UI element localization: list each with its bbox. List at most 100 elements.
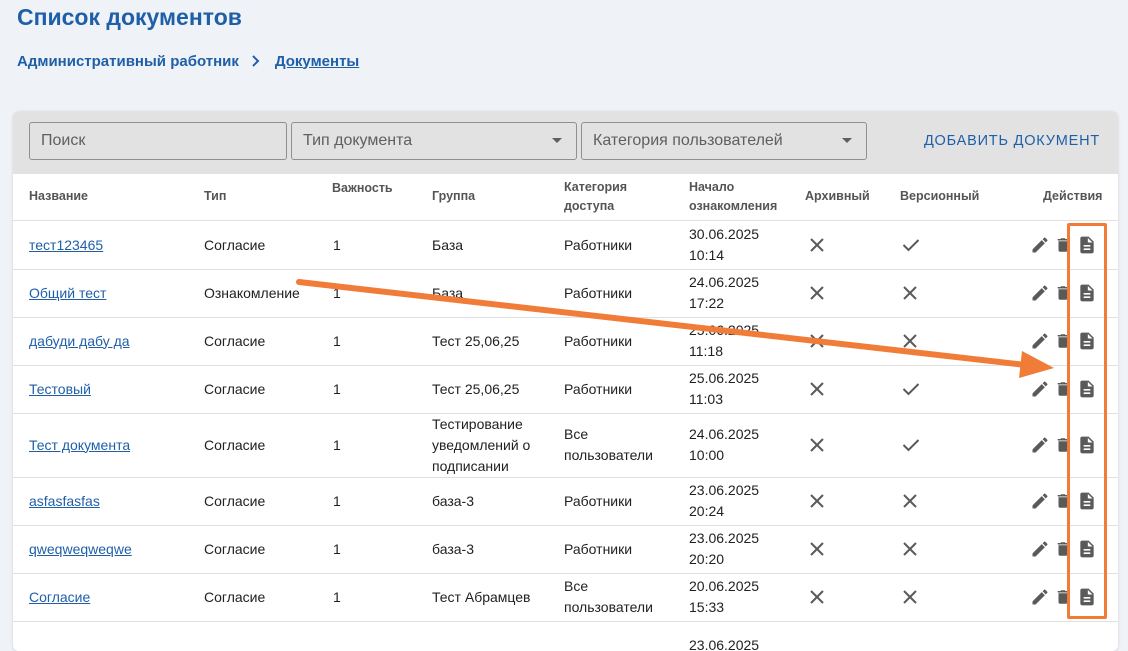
breadcrumb-item-documents[interactable]: Документы — [271, 53, 359, 70]
delete-icon[interactable] — [1054, 435, 1072, 455]
breadcrumb-item-admin[interactable]: Административный работник — [17, 53, 239, 70]
document-icon[interactable] — [1077, 330, 1097, 352]
document-icon[interactable] — [1077, 490, 1097, 512]
search-input[interactable]: Поиск — [29, 122, 287, 160]
access-text: Работники — [564, 539, 632, 560]
start-time: 20:20 — [689, 551, 724, 567]
edit-icon[interactable] — [1030, 435, 1050, 455]
document-icon[interactable] — [1077, 586, 1097, 608]
cell-group: База — [432, 269, 552, 317]
header-archived[interactable]: Архивный — [805, 187, 870, 206]
edit-icon[interactable] — [1030, 491, 1050, 511]
header-name[interactable]: Название — [29, 187, 88, 206]
close-icon — [809, 365, 825, 413]
access-text: Всепользователи — [564, 424, 653, 466]
document-link[interactable]: Тест документа — [29, 435, 130, 456]
delete-icon[interactable] — [1054, 587, 1072, 607]
delete-icon[interactable] — [1054, 539, 1072, 559]
start-date: 23.06.2025 — [689, 482, 759, 498]
start-time: 20:24 — [689, 503, 724, 519]
delete-icon[interactable] — [1054, 491, 1072, 511]
document-icon[interactable] — [1077, 378, 1097, 400]
start-time: 10:00 — [689, 447, 724, 463]
cell-start-date: 30.06.202510:14 — [689, 221, 759, 269]
start-date-text: 23.06.202520:20 — [689, 528, 759, 570]
add-document-button[interactable]: ДОБАВИТЬ ДОКУМЕНТ — [924, 133, 1100, 149]
header-group[interactable]: Группа — [432, 187, 475, 206]
table-header: Название Тип Важность Группа Категория д… — [13, 174, 1118, 221]
cell-access-category: Работники — [564, 477, 674, 525]
header-access-category[interactable]: Категория доступа — [564, 178, 627, 216]
document-icon[interactable] — [1077, 434, 1097, 456]
table-row: тест123465Согласие1БазаРаботники30.06.20… — [13, 221, 1118, 270]
cell-importance: 1 — [333, 413, 341, 477]
document-link[interactable]: Тестовый — [29, 379, 91, 400]
group-text: База — [432, 235, 463, 256]
edit-icon[interactable] — [1030, 283, 1050, 303]
delete-icon[interactable] — [1054, 235, 1072, 255]
group-line: База — [432, 237, 463, 253]
edit-icon[interactable] — [1030, 587, 1050, 607]
access-line: пользователи — [564, 599, 653, 615]
group-line: База — [432, 285, 463, 301]
document-link[interactable]: Согласие — [29, 587, 90, 608]
access-text: Работники — [564, 235, 632, 256]
caret-down-icon — [552, 138, 562, 143]
document-link[interactable]: asfasfasfas — [29, 491, 100, 512]
edit-icon[interactable] — [1030, 331, 1050, 351]
edit-icon[interactable] — [1030, 235, 1050, 255]
document-icon[interactable] — [1077, 282, 1097, 304]
access-line: Работники — [564, 333, 632, 349]
start-date: 25.06.2025 — [689, 370, 759, 386]
document-link[interactable]: дабуди дабу да — [29, 331, 130, 352]
access-line: Работники — [564, 285, 632, 301]
cell-start-date: 23.06.2025 20:24 — [689, 477, 759, 525]
close-icon — [902, 317, 918, 365]
document-link[interactable]: qweqweqweqwe — [29, 539, 132, 560]
start-date-text: 23.06.2025 — [689, 635, 759, 651]
cell-name: Тестовый — [29, 365, 91, 413]
group-line: база-3 — [432, 541, 474, 557]
start-date-text: 23.06.2025 20:24 — [689, 480, 759, 522]
start-time: 11:03 — [689, 391, 723, 407]
header-start-date-line2: ознакомления — [689, 199, 777, 213]
document-type-select[interactable]: Тип документа — [291, 122, 577, 160]
document-link[interactable]: тест123465 — [29, 235, 103, 256]
document-icon[interactable] — [1077, 234, 1097, 256]
close-icon — [809, 525, 825, 573]
delete-icon[interactable] — [1054, 331, 1072, 351]
table-row: ТестовыйСогласие1Тест 25,06,25Работники2… — [13, 365, 1118, 414]
cell-group: База — [432, 221, 552, 269]
document-link[interactable]: Общий тест — [29, 283, 106, 304]
cell-type: Согласие — [204, 317, 265, 365]
access-line: Работники — [564, 541, 632, 557]
header-versioned[interactable]: Версионный — [900, 187, 979, 206]
close-icon — [809, 317, 825, 365]
user-category-select[interactable]: Категория пользователей — [581, 122, 867, 160]
cell-access-category: Работники — [564, 317, 674, 365]
cell-access-category: Работники — [564, 365, 674, 413]
header-start-date[interactable]: Начало ознакомления — [689, 178, 777, 216]
check-icon — [902, 365, 920, 413]
start-date: 24.06.2025 — [689, 426, 759, 442]
search-placeholder: Поиск — [41, 123, 275, 159]
group-text: Тестированиеуведомлений оподписании — [432, 414, 530, 477]
cell-importance: 1 — [333, 573, 341, 621]
start-date-text: 25.06.2025 11:03 — [689, 368, 759, 410]
delete-icon[interactable] — [1054, 379, 1072, 399]
start-date: 30.06.2025 — [689, 226, 759, 242]
edit-icon[interactable] — [1030, 539, 1050, 559]
cell-name: Согласие — [29, 573, 90, 621]
cell-access-category: Всепользователи — [564, 413, 674, 477]
header-type[interactable]: Тип — [204, 187, 226, 206]
table-row: дабуди дабу даСогласие1Тест 25,06,25Рабо… — [13, 317, 1118, 366]
header-importance[interactable]: Важность — [332, 179, 393, 198]
cell-name: тест123465 — [29, 221, 103, 269]
group-line: база-3 — [432, 493, 474, 509]
document-icon[interactable] — [1077, 538, 1097, 560]
group-text: Тест 25,06,25 — [432, 331, 519, 352]
delete-icon[interactable] — [1054, 283, 1072, 303]
cell-start-date: 23.06.2025 — [689, 621, 759, 651]
cell-type: Согласие — [204, 365, 265, 413]
edit-icon[interactable] — [1030, 379, 1050, 399]
